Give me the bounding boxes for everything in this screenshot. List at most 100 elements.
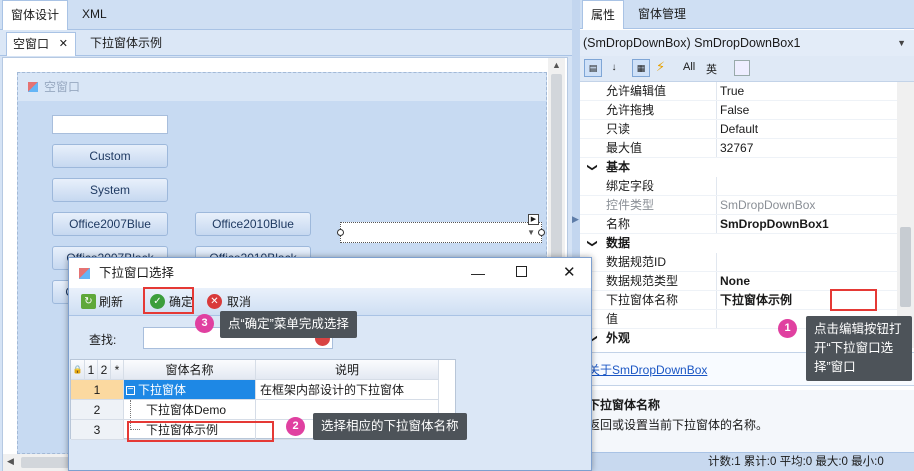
grid-header-name-col[interactable]: 窗体名称: [124, 360, 256, 380]
tab-form-manager[interactable]: 窗体管理: [630, 0, 694, 29]
property-name: 名称: [606, 217, 631, 231]
column-divider: [716, 101, 717, 119]
lock-icon: 🔒: [71, 360, 85, 380]
scroll-left-icon[interactable]: ◀: [7, 456, 14, 467]
theme-button-system[interactable]: System: [52, 178, 168, 202]
property-category[interactable]: ❯ 基本: [580, 158, 910, 177]
chevron-down-icon[interactable]: ❯: [583, 163, 602, 171]
property-row[interactable]: 绑定字段: [580, 177, 910, 196]
column-divider: [716, 82, 717, 100]
events-icon[interactable]: ⚡: [656, 59, 665, 75]
form-title: 空窗口: [44, 80, 81, 94]
annotation-callout-3: 点“确定”菜单完成选择: [220, 311, 357, 338]
property-name: 最大值: [606, 141, 643, 155]
maximize-icon[interactable]: [516, 266, 527, 277]
form-name-cell[interactable]: − 下拉窗体: [124, 380, 256, 400]
smart-tag-icon[interactable]: ▶: [528, 214, 539, 225]
tab-properties[interactable]: 属性: [582, 0, 625, 29]
property-value[interactable]: Default: [720, 120, 758, 139]
property-category-label: 基本: [606, 160, 631, 174]
splitter-arrow-icon[interactable]: ▶: [572, 214, 579, 225]
collapse-icon[interactable]: −: [126, 385, 135, 396]
theme-button-office2007blue[interactable]: Office2007Blue: [52, 212, 168, 236]
dialog-title: 下拉窗口选择: [99, 266, 175, 280]
resize-handle[interactable]: [337, 229, 344, 236]
property-row[interactable]: 最大值 32767: [580, 139, 910, 158]
chevron-down-icon[interactable]: ❯: [583, 239, 602, 247]
form-desc-cell: 在框架内部设计的下拉窗体: [256, 380, 439, 400]
categorized-icon[interactable]: ▤: [584, 59, 602, 77]
property-value[interactable]: False: [720, 101, 749, 120]
english-button[interactable]: 英: [706, 61, 717, 77]
scroll-up-icon[interactable]: ▲: [552, 60, 561, 70]
properties-view-icon[interactable]: ▦: [632, 59, 650, 77]
sort-alpha-icon[interactable]: ↓: [605, 59, 623, 77]
dialog-titlebar: 下拉窗口选择 — ✕: [69, 258, 591, 288]
dropdown-arrow-icon[interactable]: ▼: [527, 228, 535, 237]
property-value[interactable]: SmDropDownBox: [720, 196, 815, 215]
tab-xml[interactable]: XML: [74, 0, 115, 29]
selected-dropdown-control[interactable]: ▼ ▶: [337, 214, 545, 243]
form-name-cell[interactable]: 下拉窗体Demo: [124, 400, 256, 420]
property-name: 控件类型: [606, 198, 655, 212]
cancel-button[interactable]: ✕ 取消: [205, 292, 251, 312]
grid-header-level-1-col[interactable]: 1: [85, 360, 98, 380]
description-title: 下拉窗体名称: [588, 398, 661, 412]
doc-tab-dropdown-example[interactable]: 下拉窗体示例: [90, 32, 162, 56]
property-name: 下拉窗体名称: [606, 293, 679, 307]
show-all-button[interactable]: All: [683, 61, 695, 73]
close-icon[interactable]: ✕: [563, 258, 576, 288]
row-highlight: [127, 421, 274, 442]
property-category[interactable]: ❯ 数据: [580, 234, 910, 253]
form-textbox[interactable]: [52, 115, 168, 134]
about-link[interactable]: 关于SmDropDownBox: [588, 363, 707, 377]
grid-header-desc-col[interactable]: 说明: [256, 360, 439, 380]
column-divider: [716, 215, 717, 233]
cancel-label: 取消: [227, 295, 252, 309]
object-selector[interactable]: (SmDropDownBox) SmDropDownBox1 ▼: [580, 30, 914, 56]
tab-form-design[interactable]: 窗体设计: [2, 0, 69, 30]
column-divider: [716, 196, 717, 214]
property-name: 值: [606, 312, 619, 326]
doc-tab-empty-window[interactable]: 空窗口 ✕: [6, 32, 76, 56]
property-row[interactable]: 控件类型 SmDropDownBox: [580, 196, 910, 215]
annotation-callout-1-line: 点击编辑按钮打: [814, 322, 902, 336]
annotation-badge-2: 2: [286, 417, 305, 436]
object-selector-value: (SmDropDownBox) SmDropDownBox1: [583, 36, 801, 50]
property-value[interactable]: 32767: [720, 139, 753, 158]
property-pages-icon[interactable]: [734, 60, 750, 76]
property-toolbar: ▤ ↓ ▦ ⚡ All 英: [580, 56, 914, 82]
column-divider: [716, 272, 717, 290]
grid-header-star-col[interactable]: *: [111, 360, 124, 380]
property-value[interactable]: SmDropDownBox1: [720, 215, 829, 234]
top-tab-strip: 窗体设计 XML: [0, 0, 572, 30]
annotation-callout-1-line: 择”窗口: [814, 360, 856, 374]
property-name: 只读: [606, 122, 631, 136]
property-grid-scrollbar[interactable]: [897, 82, 914, 348]
resize-handle[interactable]: [538, 229, 545, 236]
property-name: 允许编辑值: [606, 84, 667, 98]
property-name: 允许拖拽: [606, 103, 655, 117]
property-value[interactable]: 下拉窗体示例: [720, 291, 792, 310]
table-row[interactable]: 1− 下拉窗体 在框架内部设计的下拉窗体: [71, 380, 439, 400]
edit-button-highlight: [830, 289, 877, 311]
property-value[interactable]: True: [720, 82, 744, 101]
property-panel: 属性 窗体管理 (SmDropDownBox) SmDropDownBox1 ▼…: [580, 0, 914, 471]
theme-button-office2010blue[interactable]: Office2010Blue: [195, 212, 311, 236]
chevron-down-icon[interactable]: ▼: [897, 30, 906, 56]
property-row[interactable]: 只读 Default: [580, 120, 910, 139]
property-row[interactable]: 数据规范ID: [580, 253, 910, 272]
property-row[interactable]: 允许拖拽 False: [580, 101, 910, 120]
property-row[interactable]: 允许编辑值 True: [580, 82, 910, 101]
grid-header-level-2-col[interactable]: 2: [98, 360, 111, 380]
close-icon[interactable]: ✕: [59, 33, 68, 55]
status-bar: 计数:1 累计:0 平均:0 最大:0 最小:0: [580, 452, 914, 471]
doc-tab-strip: 空窗口 ✕ 下拉窗体示例: [0, 30, 572, 56]
scroll-thumb[interactable]: [900, 227, 911, 307]
property-row[interactable]: 名称 SmDropDownBox1: [580, 215, 910, 234]
minimize-icon[interactable]: —: [471, 258, 485, 288]
row-number: 2: [71, 400, 124, 420]
refresh-button[interactable]: ↻ 刷新: [79, 292, 123, 312]
theme-button-custom[interactable]: Custom: [52, 144, 168, 168]
property-value[interactable]: None: [720, 272, 750, 291]
